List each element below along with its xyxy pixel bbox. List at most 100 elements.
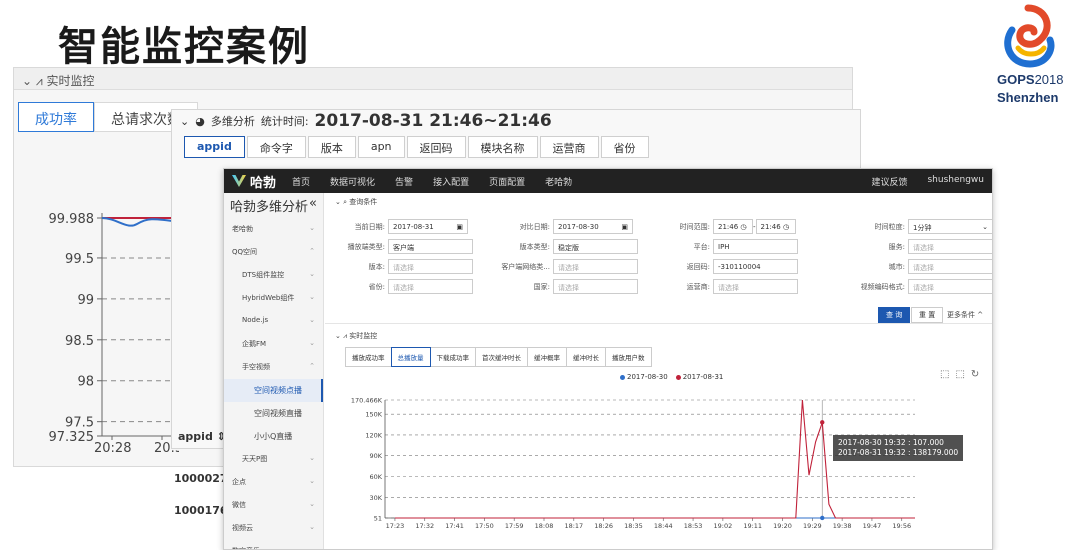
- zoom-icon[interactable]: ⬚: [940, 369, 949, 380]
- sidebar-item[interactable]: 视频云 ⌄: [224, 517, 323, 540]
- dimension-tab[interactable]: 版本: [307, 136, 356, 158]
- province-label: 省份:: [368, 282, 385, 291]
- x-tick-label: 17:23: [386, 522, 405, 530]
- table-row[interactable]: 1000027: [174, 472, 228, 485]
- x-tick-label: 18:08: [535, 522, 554, 530]
- sidebar-item[interactable]: 天天P图 ⌄: [224, 448, 323, 471]
- metric-tab[interactable]: 总播放量: [390, 347, 431, 367]
- dimension-tab[interactable]: 返回码: [406, 136, 466, 158]
- legend-item[interactable]: 2017-08-31: [675, 373, 723, 381]
- dimension-tab[interactable]: apn: [357, 136, 405, 158]
- version-select[interactable]: 请选择: [388, 259, 473, 274]
- metric-tab[interactable]: 首次缓冲时长: [475, 347, 528, 367]
- hubble-logo[interactable]: 哈勃: [232, 172, 276, 191]
- version-type-select[interactable]: 稳定版: [553, 239, 638, 254]
- country-select[interactable]: 请选择: [553, 279, 638, 294]
- reset-button[interactable]: 重 置: [911, 307, 944, 323]
- refresh-icon[interactable]: ↻: [971, 369, 979, 380]
- sidebar-item[interactable]: 微信 ⌄: [224, 494, 323, 517]
- realtime-monitor-header[interactable]: ⌄ ⩘ 实时监控: [14, 68, 852, 90]
- line-chart-icon: ⩘: [35, 74, 43, 88]
- player-type-select[interactable]: 客户端: [388, 239, 473, 254]
- metric-tab[interactable]: 播放成功率: [345, 347, 392, 367]
- chevron-icon: ⌄: [309, 339, 315, 347]
- sidebar-item[interactable]: Node.js ⌄: [224, 310, 323, 333]
- logo-city: Shenzhen: [997, 90, 1059, 105]
- city-label: 城市:: [888, 262, 905, 271]
- current-date-field[interactable]: 2017-08-31 ▣: [388, 219, 468, 234]
- service-select[interactable]: 请选择: [908, 239, 992, 254]
- chevron-icon: ⌄: [309, 477, 315, 485]
- city-select[interactable]: 请选择: [908, 259, 992, 274]
- appid-column-header: appid ⇕: [178, 430, 226, 443]
- feedback-link[interactable]: 建议反馈: [871, 175, 907, 188]
- tab-success-rate[interactable]: 成功率: [18, 102, 94, 132]
- sidebar-item[interactable]: DTS组件监控 ⌄: [224, 264, 323, 287]
- y-tick-label: 98.5: [65, 334, 94, 349]
- sidebar-item[interactable]: 企鹅FM ⌄: [224, 333, 323, 356]
- sidebar-item[interactable]: 空间视频直播: [224, 402, 323, 425]
- sidebar-item-label: DTS组件监控: [242, 271, 285, 279]
- granularity-select[interactable]: 1分钟 ⌄: [908, 219, 992, 234]
- metric-tab[interactable]: 播放用户数: [605, 347, 652, 367]
- dimension-tab[interactable]: 命令字: [246, 136, 306, 158]
- nav-access-config[interactable]: 接入配置: [433, 175, 469, 188]
- line-chart-icon: ⩘: [343, 332, 348, 340]
- time-to-field[interactable]: 21:46 ◷: [755, 219, 796, 234]
- version-type-label: 版本类型:: [519, 242, 550, 251]
- nav-alerts[interactable]: 告警: [395, 175, 413, 188]
- platform-select[interactable]: IPH: [713, 239, 798, 254]
- y-tick-label: 99: [77, 293, 94, 308]
- y-tick-label: 90K: [369, 452, 382, 460]
- dimension-tab[interactable]: appid: [184, 136, 245, 158]
- nav-home[interactable]: 首页: [292, 175, 310, 188]
- nav-old-hubble[interactable]: 老哈勃: [545, 175, 572, 188]
- return-code-select[interactable]: -310110004: [713, 259, 798, 274]
- y-tick-label: 51: [374, 515, 382, 523]
- zoom-reset-icon[interactable]: ⬚: [955, 369, 964, 380]
- x-tick-label: 19:02: [714, 522, 733, 530]
- slide-title: 智能监控案例: [58, 24, 310, 70]
- dimension-tab[interactable]: 运营商: [539, 136, 599, 158]
- nav-data-visualization[interactable]: 数据可视化: [330, 175, 375, 188]
- sidebar-item[interactable]: 企点 ⌄: [224, 471, 323, 494]
- metric-tab[interactable]: 下载成功率: [429, 347, 476, 367]
- sidebar-item[interactable]: 老哈勃 ⌄: [224, 218, 323, 241]
- chevron-icon: ⌃: [309, 362, 315, 370]
- query-section-header[interactable]: ⌄ ⌕ 查询条件: [325, 193, 992, 211]
- sidebar-item[interactable]: 小小Q直播: [224, 425, 323, 448]
- time-from-field[interactable]: 21:46 ◷: [713, 219, 753, 234]
- data-point: [820, 420, 825, 425]
- more-conditions-link[interactable]: 更多条件 ^: [947, 310, 983, 320]
- province-select[interactable]: 请选择: [388, 279, 473, 294]
- carrier-label: 运营商:: [686, 282, 710, 291]
- metric-tab[interactable]: 缓冲概率: [527, 347, 567, 367]
- collapse-chevron-icon[interactable]: ⌄: [22, 74, 32, 88]
- sidebar-item[interactable]: QQ空间 ⌃: [224, 241, 323, 264]
- sidebar-item-label: 老哈勃: [232, 225, 253, 233]
- legend-item[interactable]: 2017-08-30: [620, 373, 668, 381]
- sidebar-item[interactable]: HybridWeb组件 ⌄: [224, 287, 323, 310]
- sidebar-item[interactable]: 空间视频点播: [224, 379, 323, 402]
- collapse-sidebar-icon[interactable]: «: [309, 196, 317, 215]
- version-label: 版本:: [368, 262, 385, 271]
- metric-tab[interactable]: 缓冲时长: [566, 347, 606, 367]
- clock-icon: ◷: [740, 223, 747, 231]
- chevron-down-icon[interactable]: ⌄: [180, 115, 189, 128]
- client-network-select[interactable]: 请选择: [553, 259, 638, 274]
- hubble-app-window: 哈勃 首页 数据可视化 告警 接入配置 页面配置 老哈勃 建议反馈 shushe…: [223, 168, 993, 550]
- monitor-section-header[interactable]: ⌄ ⩘ 实时监控: [325, 327, 387, 345]
- nav-page-config[interactable]: 页面配置: [489, 175, 525, 188]
- table-row[interactable]: 1000176: [174, 504, 228, 517]
- dimension-tab[interactable]: 省份: [600, 136, 649, 158]
- user-name[interactable]: shushengwu: [927, 175, 984, 188]
- carrier-select[interactable]: 请选择: [713, 279, 798, 294]
- sidebar-item[interactable]: 数字音乐 ⌄: [224, 540, 323, 549]
- sidebar-item[interactable]: 手空视频 ⌃: [224, 356, 323, 379]
- dimension-tab[interactable]: 模块名称: [467, 136, 538, 158]
- query-button[interactable]: 查 询: [878, 307, 911, 323]
- codec-label: 视频编码格式:: [860, 282, 905, 291]
- codec-select[interactable]: 请选择: [908, 279, 992, 294]
- compare-date-field[interactable]: 2017-08-30 ▣: [553, 219, 633, 234]
- country-label: 国家:: [533, 282, 550, 291]
